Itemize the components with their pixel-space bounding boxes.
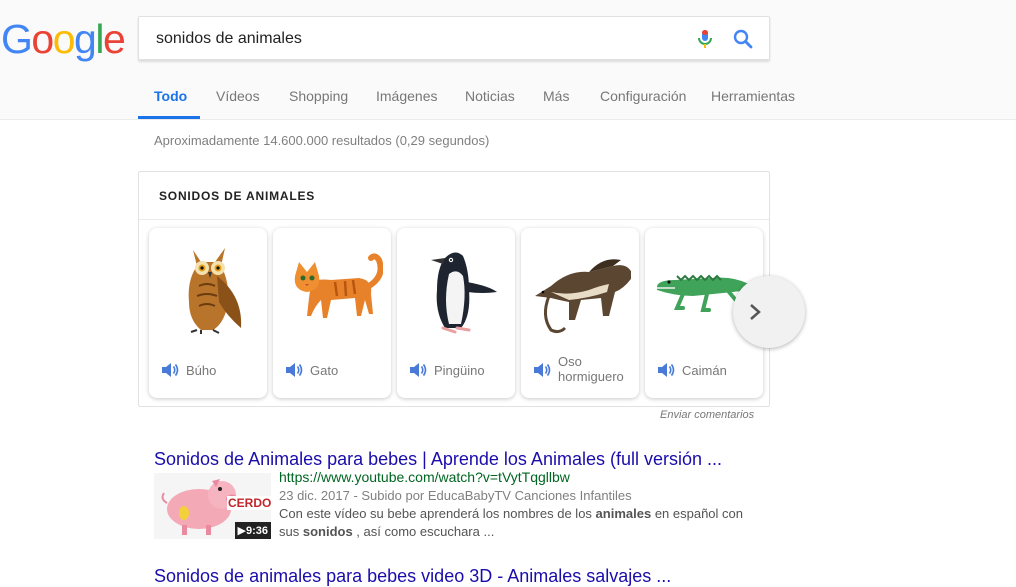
animal-label-line: Oso (558, 354, 582, 369)
video-duration: ▶9:36 (234, 522, 271, 539)
video-thumbnail[interactable]: CERDO ▶9:36 (154, 473, 271, 539)
animal-tile-buho[interactable]: Búho (149, 228, 267, 398)
divider (139, 219, 769, 220)
speaker-icon[interactable] (656, 360, 676, 380)
active-tab-indicator (138, 116, 200, 119)
search-input[interactable] (154, 17, 678, 61)
animal-tile-oso-hormiguero[interactable]: Oso hormiguero (521, 228, 639, 398)
send-feedback-link[interactable]: Enviar comentarios (660, 409, 754, 421)
animal-label: Búho (186, 363, 217, 378)
snippet-text: Con este vídeo su bebe aprenderá los nom… (279, 506, 596, 521)
penguin-icon (431, 252, 497, 334)
speaker-icon[interactable] (532, 360, 552, 380)
logo-letter: G (1, 16, 33, 62)
tab-herramientas[interactable]: Herramientas (711, 88, 795, 104)
animal-label-line: hormiguero (558, 369, 624, 384)
result-meta: 23 dic. 2017 - Subido por EducaBabyTV Ca… (279, 488, 632, 503)
result-snippet: Con este vídeo su bebe aprenderá los nom… (279, 505, 749, 541)
speaker-icon[interactable] (408, 360, 428, 380)
tab-noticias[interactable]: Noticias (465, 88, 515, 104)
animal-label: Oso hormiguero (558, 354, 624, 384)
header: Google Todo Vídeos Shopping Imágenes Not… (0, 0, 1016, 120)
owl-icon (188, 248, 242, 334)
search-box (138, 16, 770, 61)
animal-label: Caimán (682, 363, 727, 378)
result-title-link[interactable]: Sonidos de animales para bebes video 3D … (154, 566, 671, 587)
tab-shopping[interactable]: Shopping (289, 88, 348, 104)
result-title-link[interactable]: Sonidos de Animales para bebes | Aprende… (154, 449, 722, 470)
tab-videos[interactable]: Vídeos (216, 88, 260, 104)
animal-tile-gato[interactable]: Gato (273, 228, 391, 398)
card-title: SONIDOS DE ANIMALES (159, 189, 316, 203)
result-stats: Aproximadamente 14.600.000 resultados (0… (154, 133, 490, 148)
google-logo[interactable]: Google (1, 14, 126, 64)
microphone-icon[interactable] (693, 27, 717, 51)
result-url[interactable]: https://www.youtube.com/watch?v=tVytTqgl… (279, 469, 570, 485)
animal-label: Pingüino (434, 363, 485, 378)
logo-letter: o (52, 16, 76, 62)
cat-icon (294, 253, 383, 318)
tab-configuracion[interactable]: Configuración (600, 88, 686, 104)
logo-letter: g (74, 16, 97, 62)
snippet-emphasis: animales (595, 506, 652, 521)
snippet-emphasis: sonidos (302, 524, 353, 539)
animal-label: Gato (310, 363, 339, 378)
tab-todo[interactable]: Todo (154, 88, 187, 104)
logo-letter: e (102, 16, 126, 62)
tab-mas[interactable]: Más (543, 88, 569, 104)
logo-letter: o (31, 16, 54, 62)
search-icon[interactable] (731, 27, 755, 51)
anteater-icon (535, 259, 631, 334)
animal-tile-pinguino[interactable]: Pingüino (397, 228, 515, 398)
animal-sounds-card: SONIDOS DE ANIMALES Búho Gato Pingüino O… (138, 171, 770, 407)
search-tabs: Todo Vídeos Shopping Imágenes Noticias M… (0, 82, 1016, 119)
snippet-text: , así como escuchara ... (352, 524, 495, 539)
tab-imagenes[interactable]: Imágenes (376, 88, 437, 104)
thumbnail-caption: CERDO (227, 496, 271, 510)
speaker-icon[interactable] (160, 360, 180, 380)
speaker-icon[interactable] (284, 360, 304, 380)
carousel-next-button[interactable] (733, 276, 805, 348)
logo-letter: l (95, 16, 104, 62)
chevron-right-icon (750, 304, 761, 320)
